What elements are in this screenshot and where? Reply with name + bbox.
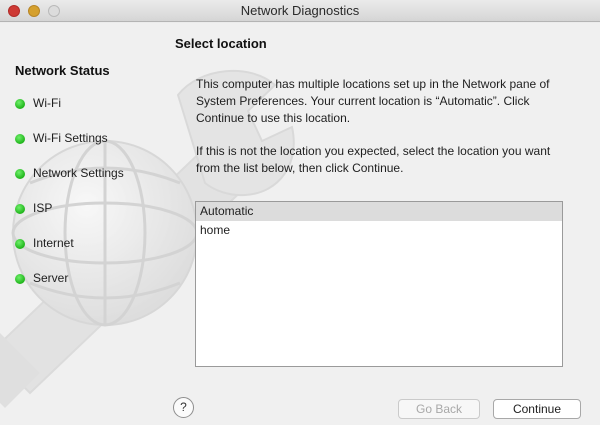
status-ok-icon	[15, 239, 25, 249]
status-item-label: Wi-Fi Settings	[33, 131, 108, 145]
status-item-label: Internet	[33, 236, 74, 250]
go-back-button[interactable]: Go Back	[398, 399, 480, 419]
status-item-label: Server	[33, 271, 69, 285]
status-ok-icon	[15, 134, 25, 144]
status-item-label: Wi-Fi	[33, 96, 61, 110]
location-item-automatic[interactable]: Automatic	[196, 202, 562, 221]
status-item-label: Network Settings	[33, 166, 124, 180]
intro-paragraph: This computer has multiple locations set…	[196, 77, 550, 125]
continue-button[interactable]: Continue	[493, 399, 581, 419]
status-ok-icon	[15, 99, 25, 109]
network-status-heading: Network Status	[15, 63, 110, 78]
status-ok-icon	[15, 204, 25, 214]
help-button[interactable]: ?	[173, 397, 194, 418]
window-title: Network Diagnostics	[240, 3, 360, 18]
instruction-paragraph: If this is not the location you expected…	[196, 144, 551, 175]
status-ok-icon	[15, 169, 25, 179]
window-content: Network Status Wi-Fi Wi-Fi Settings Netw…	[0, 23, 600, 425]
status-ok-icon	[15, 274, 25, 284]
location-item-home[interactable]: home	[196, 221, 562, 240]
location-list[interactable]: Automatic home	[195, 201, 563, 367]
title-bar: Network Diagnostics	[0, 0, 600, 22]
status-item-label: ISP	[33, 201, 53, 215]
page-title: Select location	[175, 36, 267, 51]
